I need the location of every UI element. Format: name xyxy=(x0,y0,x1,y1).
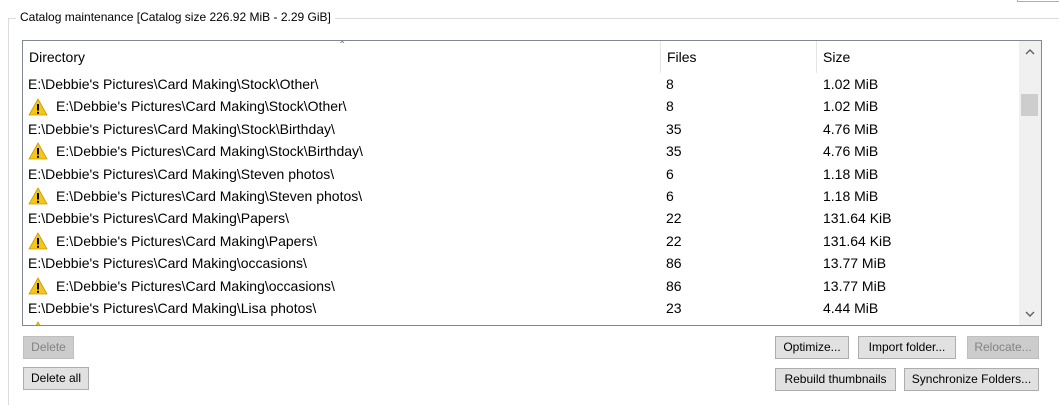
cell-directory-text: E:\Debbie's Pictures\Card Making\Stock\O… xyxy=(56,98,347,115)
cell-size: 13.77 MiB xyxy=(823,255,887,272)
cell-directory: E:\Debbie's Pictures\Card Making\Steven … xyxy=(23,185,661,207)
cell-files: 86 xyxy=(666,255,682,272)
cell-size: 13.77 MiB xyxy=(823,277,887,294)
cell-size: 131.64 KiB xyxy=(823,210,892,227)
cell-directory-text: E:\Debbie's Pictures\Card Making\Stock\B… xyxy=(56,143,363,160)
cell-files: 35 xyxy=(666,120,682,137)
table-row[interactable]: E:\Debbie's Pictures\Card Making\Lisa ph… xyxy=(23,319,1019,325)
table-row[interactable]: E:\Debbie's Pictures\Card Making\Stock\B… xyxy=(23,118,1019,140)
scrollbar-thumb[interactable] xyxy=(1021,94,1038,116)
warning-icon xyxy=(28,97,48,115)
warning-icon xyxy=(28,276,48,295)
table-row[interactable]: E:\Debbie's Pictures\Card Making\occasio… xyxy=(23,275,1019,297)
cell-files: 35 xyxy=(666,143,682,160)
cell-files: 8 xyxy=(666,98,674,115)
cell-files: 86 xyxy=(666,277,682,294)
cell-size: 131.64 KiB xyxy=(823,232,892,249)
cell-directory-text: E:\Debbie's Pictures\Card Making\Steven … xyxy=(56,187,363,204)
cell-directory-text: E:\Debbie's Pictures\Card Making\Lisa ph… xyxy=(56,319,344,325)
synchronize-folders-button[interactable]: Synchronize Folders... xyxy=(904,368,1039,391)
column-header-size-label: Size xyxy=(823,49,851,65)
cell-directory-text: E:\Debbie's Pictures\Card Making\Steven … xyxy=(28,165,335,182)
cell-directory: E:\Debbie's Pictures\Card Making\occasio… xyxy=(23,275,661,297)
group-title: Catalog maintenance [Catalog size 226.92… xyxy=(16,9,335,25)
cell-files: 22 xyxy=(666,232,682,249)
cell-directory: E:\Debbie's Pictures\Card Making\Papers\ xyxy=(23,230,661,252)
cell-directory-text: E:\Debbie's Pictures\Card Making\Stock\B… xyxy=(28,120,335,137)
cell-size: 1.02 MiB xyxy=(823,98,879,115)
list-rows: E:\Debbie's Pictures\Card Making\Stock\O… xyxy=(23,73,1019,325)
warning-icon xyxy=(28,142,48,160)
delete-all-button[interactable]: Delete all xyxy=(23,367,89,390)
cell-directory: E:\Debbie's Pictures\Card Making\Papers\ xyxy=(23,207,661,229)
cell-files: 23 xyxy=(666,299,682,316)
vertical-scrollbar[interactable] xyxy=(1019,41,1041,325)
directory-list[interactable]: ⌃ Directory Files Size E:\Debbie's Pictu… xyxy=(22,40,1042,326)
cell-directory: E:\Debbie's Pictures\Card Making\Stock\O… xyxy=(23,73,661,95)
cell-directory: E:\Debbie's Pictures\Card Making\occasio… xyxy=(23,252,661,274)
optimize-button[interactable]: Optimize... xyxy=(775,336,849,359)
column-header-directory[interactable]: ⌃ Directory xyxy=(23,41,661,73)
cell-directory-text: E:\Debbie's Pictures\Card Making\Papers\ xyxy=(56,232,318,249)
cell-files: 6 xyxy=(666,165,674,182)
cell-size: 4.76 MiB xyxy=(823,143,879,160)
chevron-up-icon[interactable] xyxy=(1019,41,1041,63)
column-header-directory-label: Directory xyxy=(29,49,86,65)
table-row[interactable]: E:\Debbie's Pictures\Card Making\Steven … xyxy=(23,163,1019,185)
cell-size: 4.44 MiB xyxy=(823,299,879,316)
cell-directory: E:\Debbie's Pictures\Card Making\Lisa ph… xyxy=(23,319,661,325)
table-row[interactable]: E:\Debbie's Pictures\Card Making\Papers\… xyxy=(23,230,1019,252)
cell-size: 4.44 MiB xyxy=(817,319,1019,325)
column-header-files-label: Files xyxy=(667,49,697,65)
cell-size: 1.02 MiB xyxy=(823,76,879,92)
table-row[interactable]: E:\Debbie's Pictures\Card Making\occasio… xyxy=(23,252,1019,274)
warning-icon xyxy=(28,187,48,205)
cell-directory-text: E:\Debbie's Pictures\Card Making\Papers\ xyxy=(28,210,290,227)
cell-size: 1.18 MiB xyxy=(823,165,879,182)
cell-directory: E:\Debbie's Pictures\Card Making\Stock\O… xyxy=(23,95,661,117)
top-right-control-edge xyxy=(1017,0,1059,2)
warning-icon xyxy=(36,321,40,325)
cell-directory-text: E:\Debbie's Pictures\Card Making\Stock\O… xyxy=(28,76,319,92)
cell-directory: E:\Debbie's Pictures\Card Making\Steven … xyxy=(23,163,661,185)
cell-files: 8 xyxy=(666,76,674,92)
chevron-down-icon[interactable] xyxy=(1019,303,1041,325)
cell-directory: E:\Debbie's Pictures\Card Making\Stock\B… xyxy=(23,140,661,162)
cell-directory: E:\Debbie's Pictures\Card Making\Lisa ph… xyxy=(23,297,661,319)
table-row[interactable]: E:\Debbie's Pictures\Card Making\Lisa ph… xyxy=(23,297,1019,319)
table-row[interactable]: E:\Debbie's Pictures\Card Making\Stock\B… xyxy=(23,140,1019,162)
cell-directory-text: E:\Debbie's Pictures\Card Making\Lisa ph… xyxy=(28,299,317,316)
cell-directory-text: E:\Debbie's Pictures\Card Making\occasio… xyxy=(56,277,335,294)
cell-directory: E:\Debbie's Pictures\Card Making\Stock\B… xyxy=(23,118,661,140)
cell-files: 22 xyxy=(666,210,682,227)
relocate-button[interactable]: Relocate... xyxy=(967,336,1039,359)
table-row[interactable]: E:\Debbie's Pictures\Card Making\Papers\… xyxy=(23,207,1019,229)
table-row[interactable]: E:\Debbie's Pictures\Card Making\Steven … xyxy=(23,185,1019,207)
cell-files: 6 xyxy=(666,187,674,204)
cell-directory-text: E:\Debbie's Pictures\Card Making\occasio… xyxy=(28,255,307,272)
rebuild-thumbnails-button[interactable]: Rebuild thumbnails xyxy=(775,368,896,391)
table-row[interactable]: E:\Debbie's Pictures\Card Making\Stock\O… xyxy=(23,95,1019,117)
cell-size: 4.76 MiB xyxy=(823,120,879,137)
column-header-size[interactable]: Size xyxy=(817,41,1019,73)
import-folder-button[interactable]: Import folder... xyxy=(858,336,956,359)
column-header-files[interactable]: Files xyxy=(661,41,817,73)
sort-ascending-icon: ⌃ xyxy=(338,40,347,51)
cell-files: 23 xyxy=(661,319,817,325)
table-row[interactable]: E:\Debbie's Pictures\Card Making\Stock\O… xyxy=(23,73,1019,95)
warning-icon xyxy=(28,232,48,250)
cell-size: 1.18 MiB xyxy=(823,187,879,204)
delete-button[interactable]: Delete xyxy=(23,336,74,359)
list-header: ⌃ Directory Files Size xyxy=(23,41,1019,73)
